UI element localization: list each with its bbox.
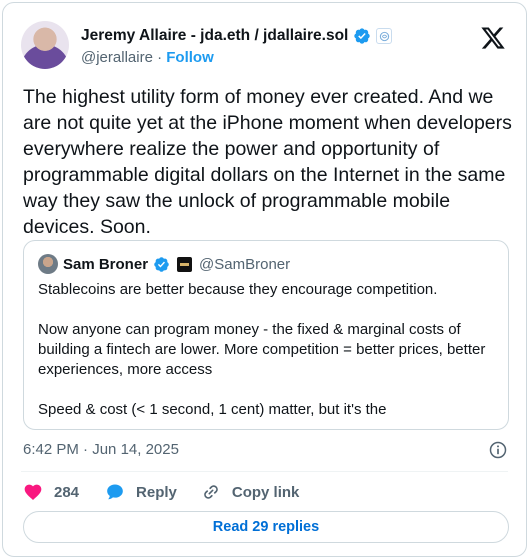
tweet-time: 6:42 PM (23, 441, 79, 458)
follow-button[interactable]: Follow (166, 49, 214, 66)
author-name-row: Jeremy Allaire - jda.eth / jdallaire.sol (81, 27, 393, 45)
read-replies-button[interactable]: Read 29 replies (23, 511, 509, 543)
tweet-header: Jeremy Allaire - jda.eth / jdallaire.sol… (21, 21, 508, 73)
verified-badge-icon (154, 256, 169, 272)
affiliate-badge-icon (177, 256, 193, 272)
verified-badge-icon (354, 28, 371, 44)
link-icon (204, 485, 218, 499)
affiliate-badge-icon (376, 28, 393, 44)
reply-label: Reply (136, 483, 177, 501)
author-handle[interactable]: @jerallaire (81, 49, 153, 66)
quote-header: Sam Broner @SamBroner (38, 254, 290, 274)
handle-separator: · (157, 49, 163, 66)
tweet-timestamp[interactable]: 6:42 PM · Jun 14, 2025 (23, 441, 179, 458)
quote-paragraph: Stablecoins are better because they enco… (38, 281, 438, 298)
quote-paragraph: Now anyone can program money - the fixed… (38, 321, 486, 378)
author-display-name[interactable]: Jeremy Allaire - jda.eth / jdallaire.sol (81, 27, 348, 45)
tweet-card: Jeremy Allaire - jda.eth / jdallaire.sol… (2, 2, 527, 557)
quote-paragraph: Speed & cost (< 1 second, 1 cent) matter… (38, 401, 387, 418)
action-bar: 284 Reply Copy link (23, 482, 299, 502)
quote-author-avatar (38, 254, 58, 274)
like-button[interactable]: 284 (23, 482, 79, 502)
like-count: 284 (54, 483, 80, 501)
author-avatar[interactable] (21, 21, 69, 69)
tweet-date: Jun 14, 2025 (92, 441, 179, 458)
copy-link-label: Copy link (231, 483, 300, 501)
divider (21, 471, 508, 472)
info-icon[interactable] (488, 440, 508, 460)
tweet-text: The highest utility form of money ever c… (23, 86, 512, 238)
quote-author-handle: @SamBroner (199, 255, 291, 273)
copy-link-button[interactable]: Copy link (201, 482, 300, 502)
quote-body: Stablecoins are better because they enco… (38, 280, 498, 429)
reply-bubble-icon (107, 484, 123, 500)
quote-author-name: Sam Broner (63, 255, 149, 273)
date-separator: · (83, 441, 89, 458)
quoted-tweet[interactable]: Sam Broner @SamBroner Stablecoins are be… (23, 240, 509, 430)
reply-button[interactable]: Reply (105, 482, 177, 502)
author-handle-row: @jerallaire · Follow (81, 49, 214, 66)
heart-icon (24, 484, 42, 500)
x-logo-icon[interactable] (480, 25, 506, 51)
